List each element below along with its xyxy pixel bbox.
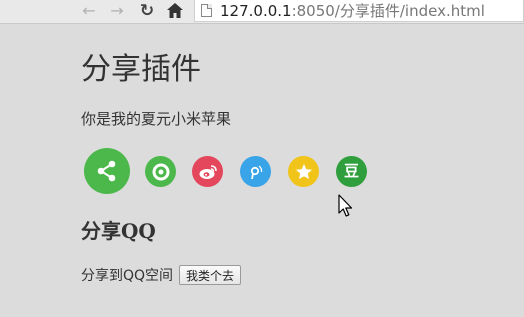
wechat-moments-icon[interactable] (145, 156, 176, 187)
mouse-cursor-icon (338, 194, 354, 222)
qq-share-button[interactable]: 我类个去 (179, 265, 242, 285)
browser-toolbar: ← → ↻ 127.0.0.1:8050/分享插件/index.html (0, 0, 524, 24)
qq-section-heading: 分享QQ (81, 219, 156, 243)
tencent-weibo-icon[interactable] (240, 156, 271, 187)
page-content: 分享插件 你是我的夏元小米苹果 豆 分享QQ 分享到QQ空间 我类个去 (0, 24, 524, 317)
qq-share-row: 分享到QQ空间 我类个去 (81, 264, 242, 286)
address-bar[interactable]: 127.0.0.1:8050/分享插件/index.html (194, 0, 524, 22)
forward-arrow-icon[interactable]: → (108, 2, 126, 20)
weibo-icon[interactable] (192, 156, 223, 187)
reload-icon[interactable]: ↻ (138, 2, 156, 20)
address-url: 127.0.0.1:8050/分享插件/index.html (220, 1, 485, 21)
intro-text: 你是我的夏元小米苹果 (81, 110, 232, 128)
back-arrow-icon[interactable]: ← (80, 2, 98, 20)
share-icon[interactable] (84, 148, 130, 194)
douban-icon[interactable]: 豆 (336, 156, 367, 187)
qzone-icon[interactable] (288, 156, 319, 187)
home-icon[interactable] (166, 2, 186, 20)
qq-share-label: 分享到QQ空间 (81, 268, 174, 284)
douban-glyph: 豆 (343, 162, 359, 180)
url-host: 127.0.0.1 (220, 2, 292, 20)
url-path: :8050/分享插件/index.html (291, 2, 485, 20)
page-title: 分享插件 (81, 52, 201, 87)
page-icon (201, 4, 212, 17)
